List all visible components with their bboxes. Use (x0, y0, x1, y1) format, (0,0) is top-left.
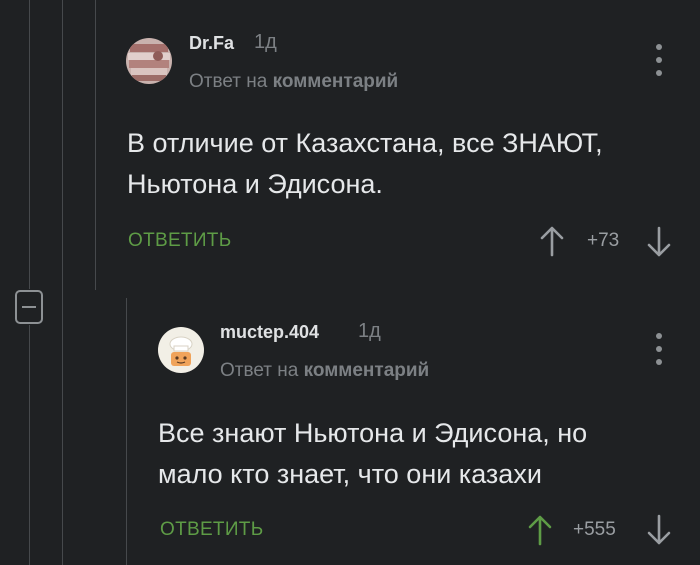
reply-to-target[interactable]: комментарий (304, 360, 430, 381)
rating: +555 (573, 519, 616, 540)
comment-text: Все знают Ньютона и Эдисона, но мало кто… (158, 413, 587, 495)
upvote-icon[interactable] (527, 514, 553, 546)
username[interactable]: muctep.404 (220, 322, 319, 343)
more-options-icon[interactable] (654, 333, 664, 365)
reply-to-link[interactable]: Ответ на комментарий (220, 360, 429, 382)
reply-button[interactable]: ОТВЕТИТЬ (160, 519, 263, 541)
comment-time: 1д (358, 320, 381, 342)
comment: muctep.404 1д Ответ на комментарий Все з… (0, 0, 700, 565)
reply-to-prefix: Ответ на (220, 360, 299, 381)
comment-text-line: мало кто знает, что они казахи (158, 459, 542, 489)
avatar[interactable] (158, 327, 204, 373)
comment-text-line: Все знают Ньютона и Эдисона, но (158, 418, 588, 448)
comments-page: Dr.Fa 1д Ответ на комментарий В отличие … (0, 0, 700, 565)
downvote-icon[interactable] (646, 514, 672, 546)
